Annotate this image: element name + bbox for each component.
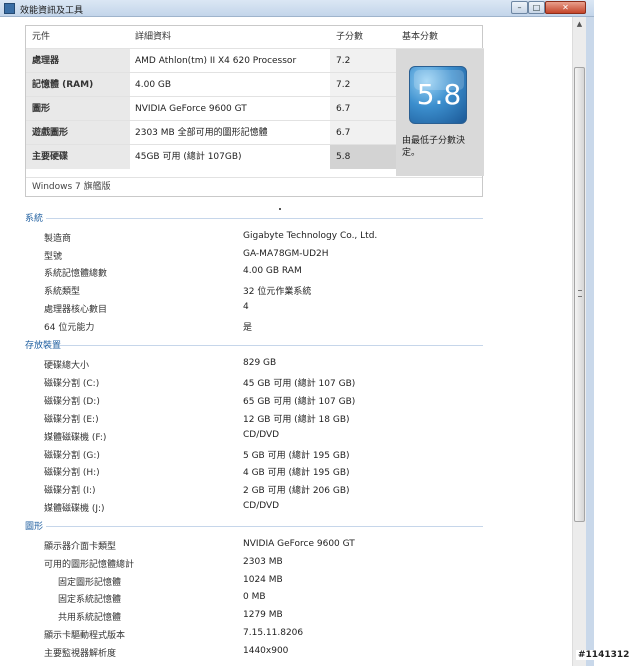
component-name: 遊戲圖形 <box>26 121 130 145</box>
info-label: 製造商 <box>44 234 72 244</box>
subscore-value: 5.8 <box>330 145 396 169</box>
info-value: NVIDIA GeForce 9600 GT <box>243 539 355 549</box>
section-divider <box>46 218 483 219</box>
info-label: 磁碟分割 (H:) <box>44 468 100 478</box>
info-value: 45 GB 可用 (總計 107 GB) <box>243 379 356 389</box>
score-table: 元件 詳細資料 子分數 基本分數 處理器 AMD Athlon(tm) II X… <box>25 25 484 197</box>
window-border <box>586 17 594 666</box>
base-score-caption: 由最低子分數決定。 <box>402 136 466 158</box>
info-value: Gigabyte Technology Co., Ltd. <box>243 231 378 241</box>
info-value: 65 GB 可用 (總計 107 GB) <box>243 397 356 407</box>
info-label: 主要監視器解析度 <box>44 649 117 659</box>
header-base-score: 基本分數 <box>402 32 439 42</box>
info-label: 顯示卡驅動程式版本 <box>44 631 126 641</box>
component-detail: AMD Athlon(tm) II X4 620 Processor <box>135 56 297 66</box>
info-label: 型號 <box>44 252 63 262</box>
info-label: 固定圖形記憶體 <box>58 578 122 588</box>
window-title: 效能資訊及工具 <box>20 6 84 16</box>
info-label: 媒體磁碟機 (J:) <box>44 504 105 514</box>
component-detail: 4.00 GB <box>135 80 172 90</box>
info-value: 1440x900 <box>243 646 289 656</box>
app-icon <box>4 3 15 14</box>
score-row-cpu: 處理器 AMD Athlon(tm) II X4 620 Processor 7… <box>26 48 396 73</box>
info-value: 7.15.11.8206 <box>243 628 304 638</box>
watermark: #1141312 <box>576 650 632 660</box>
info-value: 是 <box>243 323 253 333</box>
subscore-value: 6.7 <box>330 97 396 121</box>
section-title-system: 系統 <box>25 214 44 224</box>
windows-edition: Windows 7 旗艦版 <box>26 177 482 197</box>
info-value: 2303 MB <box>243 557 283 567</box>
section-divider <box>60 345 483 346</box>
info-label: 處理器核心數目 <box>44 305 108 315</box>
score-row-gaming-graphics: 遊戲圖形 2303 MB 全部可用的圖形記憶體 6.7 <box>26 120 396 145</box>
info-value: 1279 MB <box>243 610 283 620</box>
scroll-thumb[interactable] <box>574 67 585 522</box>
info-label: 64 位元能力 <box>44 323 95 333</box>
info-label: 系統記憶體總數 <box>44 269 108 279</box>
info-label: 磁碟分割 (E:) <box>44 415 99 425</box>
base-score-panel: 5.8 由最低子分數決定。 <box>396 48 484 176</box>
score-row-graphics: 圖形 NVIDIA GeForce 9600 GT 6.7 <box>26 96 396 121</box>
info-value: CD/DVD <box>243 501 280 511</box>
component-detail: NVIDIA GeForce 9600 GT <box>135 104 247 114</box>
info-label: 系統類型 <box>44 287 81 297</box>
scroll-grip-icon <box>578 290 582 297</box>
component-detail: 45GB 可用 (總計 107GB) <box>135 152 242 162</box>
dot-mark <box>279 208 281 210</box>
info-value: 5 GB 可用 (總計 195 GB) <box>243 451 350 461</box>
info-label: 磁碟分割 (C:) <box>44 379 100 389</box>
info-value: 4 <box>243 302 249 312</box>
score-row-primary-disk: 主要硬碟 45GB 可用 (總計 107GB) 5.8 <box>26 144 396 169</box>
maximize-button[interactable]: □ <box>528 1 545 14</box>
info-label: 硬碟總大小 <box>44 361 90 371</box>
component-name: 記憶體 (RAM) <box>26 73 130 97</box>
info-label: 固定系統記憶體 <box>58 595 122 605</box>
vertical-scrollbar[interactable]: ▲ <box>572 17 586 666</box>
component-name: 處理器 <box>26 49 130 73</box>
header-detail: 詳細資料 <box>135 32 172 42</box>
info-value: 4.00 GB RAM <box>243 266 302 276</box>
info-value: 12 GB 可用 (總計 18 GB) <box>243 415 350 425</box>
subscore-value: 7.2 <box>330 49 396 73</box>
info-value: 2 GB 可用 (總計 206 GB) <box>243 486 350 496</box>
section-title-graphics: 圖形 <box>25 522 44 532</box>
info-value: 0 MB <box>243 592 266 602</box>
subscore-value: 7.2 <box>330 73 396 97</box>
component-detail: 2303 MB 全部可用的圖形記憶體 <box>135 128 268 138</box>
scroll-up-arrow-icon[interactable]: ▲ <box>573 17 586 31</box>
base-score-badge: 5.8 <box>409 66 467 124</box>
info-label: 顯示器介面卡類型 <box>44 542 117 552</box>
info-label: 共用系統記憶體 <box>58 613 122 623</box>
info-value: CD/DVD <box>243 430 280 440</box>
close-button[interactable]: ✕ <box>545 1 586 14</box>
info-label: 磁碟分割 (D:) <box>44 397 100 407</box>
info-label: 媒體磁碟機 (F:) <box>44 433 107 443</box>
score-row-memory: 記憶體 (RAM) 4.00 GB 7.2 <box>26 72 396 97</box>
header-subscore: 子分數 <box>336 32 364 42</box>
base-score-value: 5.8 <box>416 78 462 111</box>
component-name: 主要硬碟 <box>26 145 130 169</box>
subscore-value: 6.7 <box>330 121 396 145</box>
title-bar: 效能資訊及工具 – □ ✕ <box>0 0 594 17</box>
info-label: 可用的圖形記憶體總計 <box>44 560 135 570</box>
header-component: 元件 <box>32 32 51 42</box>
section-divider <box>46 526 483 527</box>
info-value: 1024 MB <box>243 575 283 585</box>
info-value: 4 GB 可用 (總計 195 GB) <box>243 468 350 478</box>
minimize-button[interactable]: – <box>511 1 528 14</box>
info-value: 32 位元作業系統 <box>243 287 312 297</box>
section-title-storage: 存放裝置 <box>25 341 62 351</box>
info-label: 磁碟分割 (G:) <box>44 451 100 461</box>
component-name: 圖形 <box>26 97 130 121</box>
info-value: GA-MA78GM-UD2H <box>243 249 329 259</box>
info-label: 磁碟分割 (I:) <box>44 486 96 496</box>
info-value: 829 GB <box>243 358 277 368</box>
